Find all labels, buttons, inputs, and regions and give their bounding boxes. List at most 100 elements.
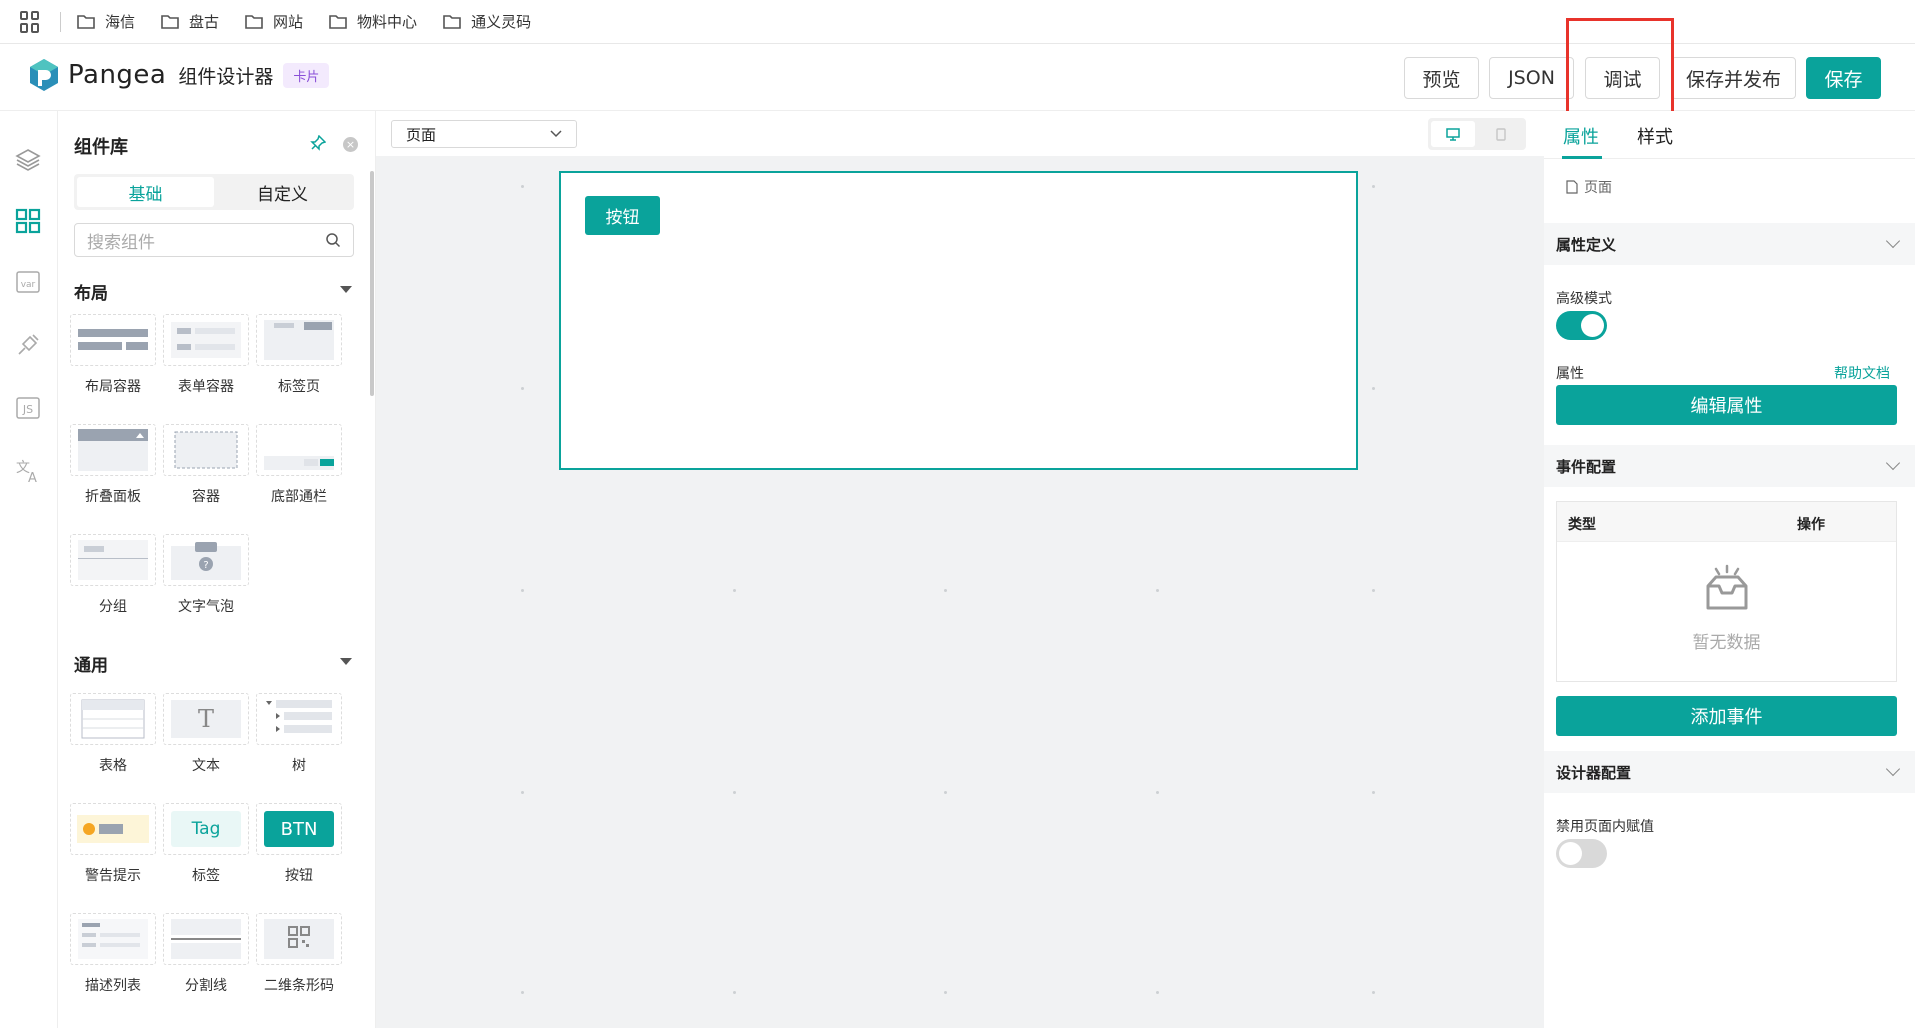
tab-style[interactable]: 样式 bbox=[1637, 123, 1673, 149]
components-grid-icon[interactable] bbox=[14, 207, 42, 235]
component-text-bubble[interactable]: ? 文字气泡 bbox=[163, 534, 249, 616]
layers-icon[interactable] bbox=[14, 146, 42, 174]
component-label: 折叠面板 bbox=[85, 489, 141, 505]
empty-state: 暂无数据 bbox=[1557, 564, 1896, 653]
svg-text:A: A bbox=[28, 471, 37, 484]
disable-assign-label: 禁用页面内赋值 bbox=[1556, 819, 1654, 835]
svg-text:JS: JS bbox=[22, 403, 33, 416]
canvas-grid-dot bbox=[944, 791, 947, 794]
chevron-down-icon bbox=[1885, 233, 1901, 249]
tag-thumb-text: Tag bbox=[171, 811, 241, 847]
save-button[interactable]: 保存 bbox=[1806, 57, 1881, 99]
empty-inbox-icon bbox=[1706, 564, 1747, 610]
canvas-grid-dot bbox=[521, 387, 524, 390]
bookmark-haixin[interactable]: 海信 bbox=[77, 11, 135, 32]
pin-icon[interactable] bbox=[310, 134, 327, 155]
component-group[interactable]: 分组 bbox=[70, 534, 156, 616]
translate-icon[interactable]: 文A bbox=[14, 457, 42, 485]
component-footer-bar[interactable]: 底部通栏 bbox=[256, 424, 342, 506]
bookmark-label: 通义灵码 bbox=[471, 13, 532, 31]
section-title: 设计器配置 bbox=[1556, 763, 1632, 782]
page-select-value: 页面 bbox=[406, 125, 437, 144]
component-label: 树 bbox=[292, 758, 306, 774]
bookmark-label: 物料中心 bbox=[357, 13, 418, 31]
app-title: 组件设计器 bbox=[178, 65, 274, 88]
canvas-grid-dot bbox=[1156, 991, 1159, 994]
component-tree[interactable]: 树 bbox=[256, 693, 342, 775]
component-label: 布局容器 bbox=[85, 379, 141, 395]
canvas-grid-dot bbox=[521, 185, 524, 188]
category-layout: 布局 bbox=[74, 284, 108, 304]
desktop-view-icon[interactable] bbox=[1431, 121, 1475, 147]
folder-icon bbox=[77, 15, 95, 29]
component-label: 警告提示 bbox=[85, 868, 141, 884]
component-collapse-panel[interactable]: 折叠面板 bbox=[70, 424, 156, 506]
component-tag[interactable]: Tag 标签 bbox=[163, 803, 249, 885]
component-table[interactable]: 表格 bbox=[70, 693, 156, 775]
save-publish-button[interactable]: 保存并发布 bbox=[1671, 57, 1796, 99]
library-title: 组件库 bbox=[74, 137, 128, 158]
add-event-button[interactable]: 添加事件 bbox=[1556, 696, 1897, 736]
canvas-grid-dot bbox=[1156, 791, 1159, 794]
component-container[interactable]: 容器 bbox=[163, 424, 249, 506]
search-input[interactable]: 搜索组件 bbox=[74, 223, 354, 257]
edit-attributes-button[interactable]: 编辑属性 bbox=[1556, 385, 1897, 425]
chevron-down-icon bbox=[1885, 761, 1901, 777]
variables-icon[interactable]: var bbox=[14, 268, 42, 296]
json-button[interactable]: JSON bbox=[1489, 57, 1574, 99]
canvas-grid-dot bbox=[1372, 991, 1375, 994]
folder-icon bbox=[245, 15, 263, 29]
pangea-logo-icon bbox=[30, 59, 58, 91]
btn-thumb-text: BTN bbox=[264, 811, 334, 847]
disable-assign-toggle[interactable] bbox=[1556, 839, 1607, 868]
component-divider[interactable]: 分割线 bbox=[163, 913, 249, 995]
card-component[interactable]: 按钮 bbox=[559, 171, 1358, 470]
plugin-icon[interactable] bbox=[14, 331, 42, 359]
bookmark-website[interactable]: 网站 bbox=[245, 11, 303, 32]
component-alert[interactable]: 警告提示 bbox=[70, 803, 156, 885]
breadcrumb-page[interactable]: 页面 bbox=[1584, 177, 1612, 197]
design-canvas[interactable]: 页面 按钮 bbox=[376, 111, 1544, 1028]
advanced-mode-toggle[interactable] bbox=[1556, 311, 1607, 340]
preview-button[interactable]: 预览 bbox=[1404, 57, 1479, 99]
tab-custom[interactable]: 自定义 bbox=[214, 177, 351, 207]
collapse-caret-icon[interactable] bbox=[340, 658, 352, 665]
tab-attributes[interactable]: 属性 bbox=[1563, 123, 1599, 149]
folder-icon bbox=[161, 15, 179, 29]
mode-tag: 卡片 bbox=[283, 62, 330, 88]
empty-text: 暂无数据 bbox=[1692, 633, 1761, 653]
section-title: 属性定义 bbox=[1556, 235, 1617, 254]
page-select[interactable]: 页面 bbox=[391, 120, 577, 148]
collapse-caret-icon[interactable] bbox=[340, 286, 352, 293]
section-title: 事件配置 bbox=[1556, 457, 1617, 476]
device-switch bbox=[1428, 118, 1526, 150]
js-icon[interactable]: JS bbox=[14, 394, 42, 422]
tab-basic[interactable]: 基础 bbox=[77, 177, 214, 207]
section-attr-def[interactable]: 属性定义 bbox=[1544, 223, 1915, 265]
component-label: 底部通栏 bbox=[271, 489, 327, 505]
component-layout-container[interactable]: 布局容器 bbox=[70, 314, 156, 396]
component-text[interactable]: T 文本 bbox=[163, 693, 249, 775]
section-events[interactable]: 事件配置 bbox=[1544, 445, 1915, 487]
canvas-grid-dot bbox=[733, 589, 736, 592]
library-scrollbar[interactable] bbox=[370, 171, 374, 396]
component-form-container[interactable]: 表单容器 bbox=[163, 314, 249, 396]
apps-grid-icon[interactable] bbox=[20, 10, 42, 33]
component-label: 分组 bbox=[99, 599, 127, 615]
component-button[interactable]: BTN 按钮 bbox=[256, 803, 342, 885]
component-description-list[interactable]: 描述列表 bbox=[70, 913, 156, 995]
section-designer-config[interactable]: 设计器配置 bbox=[1544, 751, 1915, 793]
toggle-knob bbox=[1581, 314, 1604, 337]
component-qrcode[interactable]: 二维条形码 bbox=[256, 913, 342, 995]
folder-icon bbox=[443, 15, 461, 29]
bookmark-tongyi-lingma[interactable]: 通义灵码 bbox=[443, 11, 531, 32]
bookmark-pangu[interactable]: 盘古 bbox=[161, 11, 219, 32]
debug-highlight-box bbox=[1566, 18, 1674, 119]
brand-name: Pangea bbox=[68, 60, 167, 90]
mobile-view-icon[interactable] bbox=[1479, 121, 1523, 147]
help-doc-link[interactable]: 帮助文档 bbox=[1834, 363, 1890, 383]
bookmark-material-center[interactable]: 物料中心 bbox=[329, 11, 417, 32]
card-button[interactable]: 按钮 bbox=[585, 196, 660, 235]
close-icon[interactable]: × bbox=[343, 137, 358, 152]
component-tabs[interactable]: 标签页 bbox=[256, 314, 342, 396]
